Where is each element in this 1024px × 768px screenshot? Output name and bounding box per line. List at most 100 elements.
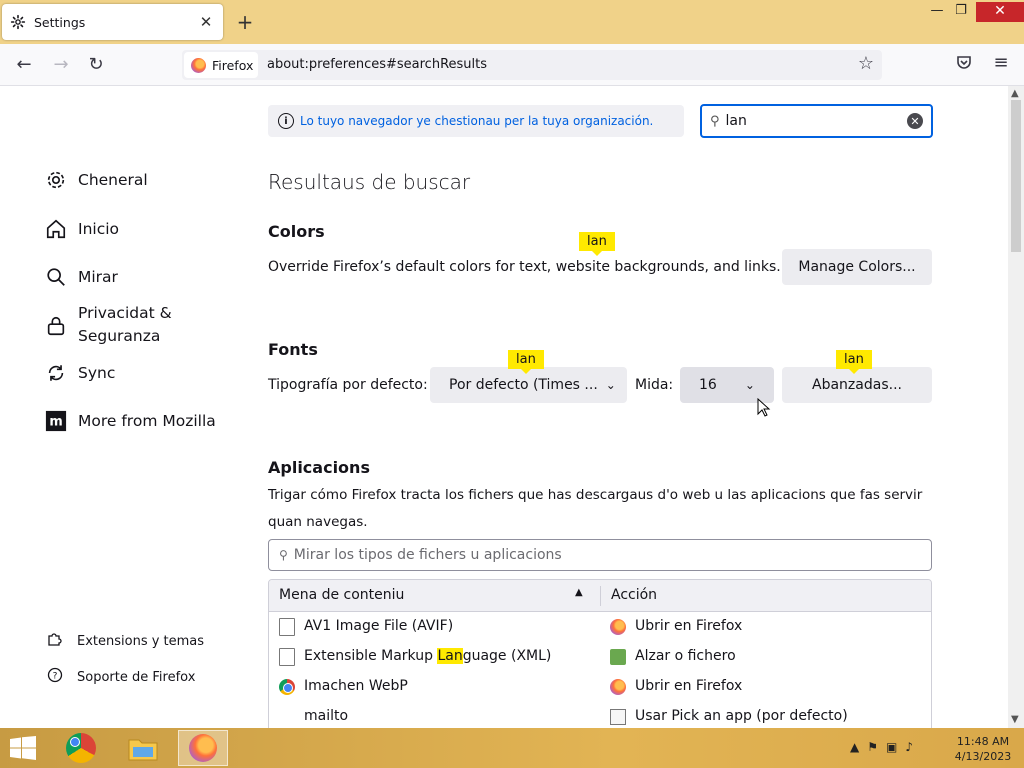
restore-button[interactable]: ❐ <box>944 2 978 22</box>
app-picker-icon <box>610 709 626 725</box>
sidebar-item-label: Privacidat & Seguranza <box>78 304 172 345</box>
app-menu-button[interactable]: ≡ <box>988 52 1014 78</box>
url-bar[interactable]: Firefox about:preferences#searchResults … <box>182 50 882 80</box>
info-icon: i <box>278 113 294 129</box>
file-icon <box>279 648 295 666</box>
search-match-highlight: Lan <box>437 648 463 664</box>
search-icon <box>44 265 68 289</box>
arrow-left-icon: ← <box>16 54 32 75</box>
search-input[interactable]: ⚲ lan ✕ <box>700 104 933 138</box>
chrome-icon <box>66 733 96 763</box>
vertical-scrollbar[interactable]: ▲ ▼ <box>1008 86 1024 728</box>
extensions-themes-link[interactable]: Extensions y temas <box>46 631 204 651</box>
network-icon[interactable]: ▣ <box>886 740 905 754</box>
close-window-button[interactable]: ✕ <box>976 2 1024 22</box>
search-highlight-tooltip: lan <box>508 350 544 374</box>
sync-icon <box>44 361 68 385</box>
tray-expand-icon[interactable]: ▲ <box>850 740 867 754</box>
taskbar-file-explorer[interactable] <box>118 730 168 766</box>
sidebar-item-label: Cheneral <box>78 171 148 189</box>
sidebar-item-general[interactable]: Cheneral <box>44 168 148 192</box>
column-header-content-type[interactable]: Mena de conteniu <box>279 587 404 603</box>
pocket-button[interactable] <box>951 54 977 76</box>
sidebar-item-more-from-mozilla[interactable]: m More from Mozilla <box>44 409 216 433</box>
table-row[interactable]: AV1 Image File (AVIF) Ubrir en Firefox <box>269 612 931 642</box>
scroll-down-icon[interactable]: ▼ <box>1011 714 1019 725</box>
sidebar-item-label: Sync <box>78 364 116 382</box>
pocket-icon <box>957 56 971 69</box>
column-header-action[interactable]: Acción <box>611 587 657 603</box>
mozilla-icon: m <box>44 409 68 433</box>
firefox-icon <box>189 734 217 762</box>
firefox-icon <box>191 57 206 73</box>
arrow-right-icon: → <box>53 54 69 75</box>
manage-colors-button[interactable]: Manage Colors... <box>782 249 932 285</box>
identity-box[interactable]: Firefox <box>184 52 258 78</box>
sidebar-item-privacy[interactable]: Privacidat & Seguranza <box>44 302 188 348</box>
file-types-search-placeholder: Mirar los tipos de fichers u aplicacions <box>293 547 562 563</box>
sidebar-item-home[interactable]: Inicio <box>44 217 119 241</box>
table-row[interactable]: Extensible Markup Language (XML) Alzar o… <box>269 642 931 672</box>
sidebar-item-sync[interactable]: Sync <box>44 361 115 385</box>
new-tab-button[interactable]: + <box>234 10 256 34</box>
gear-icon <box>44 168 68 192</box>
clear-search-icon[interactable]: ✕ <box>907 113 923 129</box>
flag-icon[interactable]: ⚑ <box>867 740 886 754</box>
table-row[interactable]: Imachen WebP Ubrir en Firefox <box>269 672 931 702</box>
default-font-value: Por defecto (Times ... <box>449 377 598 393</box>
download-icon <box>610 649 626 665</box>
policy-notice[interactable]: i Lo tuyo navegador ye chestionau per la… <box>268 105 684 137</box>
content-type: Imachen WebP <box>304 678 408 694</box>
extensions-themes-label: Extensions y temas <box>77 633 205 649</box>
system-tray[interactable]: ▲⚑▣♪ <box>850 740 921 754</box>
taskbar-chrome[interactable] <box>56 730 106 766</box>
tab-title: Settings <box>34 14 86 30</box>
firefox-icon <box>610 619 626 635</box>
star-icon[interactable]: ☆ <box>858 53 874 74</box>
sidebar-item-label: Inicio <box>78 220 120 238</box>
svg-text:m: m <box>49 415 62 430</box>
file-icon <box>279 618 295 636</box>
home-icon <box>44 217 68 241</box>
search-highlight-tooltip: lan <box>579 232 615 256</box>
navigation-toolbar: ← → ↻ Firefox about:preferences#searchRe… <box>0 44 1024 86</box>
file-types-search-input[interactable]: ⚲ Mirar los tipos de fichers u aplicacio… <box>268 539 932 571</box>
firefox-icon <box>610 679 626 695</box>
colors-description: Override Firefox’s default colors for te… <box>268 259 781 275</box>
table-header: Mena de conteniu ▲ Acción <box>269 580 931 612</box>
taskbar: ▲⚑▣♪ 11:48 AM 4/13/2023 <box>0 728 1024 768</box>
url-text[interactable]: about:preferences#searchResults <box>267 57 487 72</box>
sidebar-item-search[interactable]: Mirar <box>44 265 118 289</box>
table-row[interactable]: mailto Usar Pick an app (por defecto) <box>269 702 931 728</box>
back-button[interactable]: ← <box>11 52 37 78</box>
clock-time: 11:48 AM <box>956 735 1010 748</box>
hamburger-icon: ≡ <box>993 52 1009 73</box>
sidebar-item-label: Mirar <box>78 268 118 286</box>
volume-muted-icon[interactable]: ♪ <box>905 740 921 754</box>
svg-text:?: ? <box>53 672 58 682</box>
firefox-support-label: Soporte de Firefox <box>77 669 196 685</box>
font-size-label: Mida: <box>635 377 674 393</box>
search-highlight-tooltip: lan <box>836 350 872 374</box>
close-tab-icon[interactable]: ✕ <box>197 13 215 31</box>
forward-button[interactable]: → <box>48 52 74 78</box>
default-font-label: Tipografía por defecto: <box>268 377 428 393</box>
chrome-icon <box>279 679 295 695</box>
help-icon: ? <box>46 667 64 687</box>
preferences-content: Cheneral Inicio Mirar Privacidat & Segur… <box>0 86 1008 728</box>
applications-table: Mena de conteniu ▲ Acción AV1 Image File… <box>268 579 932 728</box>
tab-settings[interactable]: Settings ✕ <box>2 4 223 40</box>
reload-button[interactable]: ↻ <box>83 52 109 78</box>
scrollbar-thumb[interactable] <box>1011 100 1021 252</box>
firefox-support-link[interactable]: ? Soporte de Firefox <box>46 667 195 687</box>
search-value[interactable]: lan <box>726 113 907 129</box>
scroll-up-icon[interactable]: ▲ <box>1011 88 1019 99</box>
taskbar-clock[interactable]: 11:48 AM 4/13/2023 <box>948 734 1018 764</box>
action-label: Alzar o fichero <box>635 648 736 664</box>
policy-notice-text[interactable]: Lo tuyo navegador ye chestionau per la t… <box>300 114 653 128</box>
taskbar-firefox[interactable] <box>178 730 228 766</box>
mouse-cursor-icon <box>757 398 771 417</box>
applications-description-line1: Trigar cómo Firefox tracta los fichers q… <box>268 487 923 503</box>
windows-start-icon[interactable] <box>9 736 37 760</box>
chevron-down-icon: ⌄ <box>744 378 755 392</box>
